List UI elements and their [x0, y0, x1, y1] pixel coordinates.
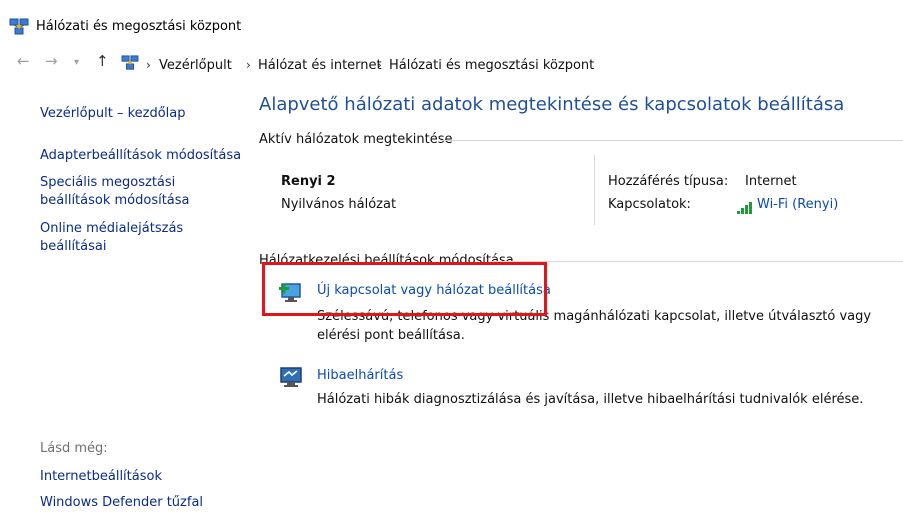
sidebar-advanced-sharing-link[interactable]: Speciális megosztási beállítások módosít… — [40, 174, 230, 210]
highlight-box — [262, 262, 547, 316]
internet-options-link[interactable]: Internetbeállítások — [40, 468, 162, 486]
troubleshoot-link[interactable]: Hibaelhárítás — [317, 368, 403, 383]
breadcrumb-separator-icon: › — [377, 58, 382, 72]
troubleshoot-icon — [279, 366, 305, 392]
connections-label: Kapcsolatok: — [608, 197, 691, 212]
see-also-label: Lásd még: — [40, 441, 108, 456]
up-arrow-icon[interactable]: ↑ — [96, 52, 109, 70]
network-name: Renyi 2 — [281, 174, 336, 189]
access-type-value: Internet — [745, 174, 797, 189]
page-title: Alapvető hálózati adatok megtekintése és… — [259, 94, 845, 115]
breadcrumb-control-panel[interactable]: Vezérlőpult — [159, 58, 232, 73]
section-divider — [440, 140, 903, 141]
forward-arrow-icon[interactable]: → — [45, 52, 58, 70]
breadcrumb-separator-icon: › — [146, 58, 151, 72]
column-divider — [594, 155, 595, 225]
network-center-icon — [9, 18, 29, 40]
window-title: Hálózati és megosztási központ — [36, 19, 242, 34]
section-divider — [490, 261, 903, 262]
back-arrow-icon[interactable]: ← — [17, 52, 30, 70]
sidebar-home-link[interactable]: Vezérlőpult – kezdőlap — [40, 105, 186, 123]
active-networks-label: Aktív hálózatok megtekintése — [259, 132, 453, 147]
control-panel-icon — [121, 55, 139, 75]
wifi-connection-link[interactable]: Wi-Fi (Renyi) — [757, 197, 838, 212]
firewall-link[interactable]: Windows Defender tűzfal — [40, 494, 203, 512]
breadcrumb-network-internet[interactable]: Hálózat és internet — [258, 58, 382, 73]
breadcrumb-separator-icon: › — [246, 58, 251, 72]
wifi-signal-icon — [737, 199, 755, 218]
breadcrumb-network-center[interactable]: Hálózati és megosztási központ — [389, 58, 594, 73]
troubleshoot-description: Hálózati hibák diagnosztizálása és javít… — [317, 392, 864, 407]
recent-dropdown-icon[interactable]: ▾ — [74, 57, 79, 68]
access-type-label: Hozzáférés típusa: — [608, 174, 729, 189]
network-type: Nyilvános hálózat — [281, 197, 397, 212]
sidebar-media-streaming-link[interactable]: Online médialejátszás beállításai — [40, 220, 200, 256]
sidebar-adapter-settings-link[interactable]: Adapterbeállítások módosítása — [40, 147, 241, 165]
